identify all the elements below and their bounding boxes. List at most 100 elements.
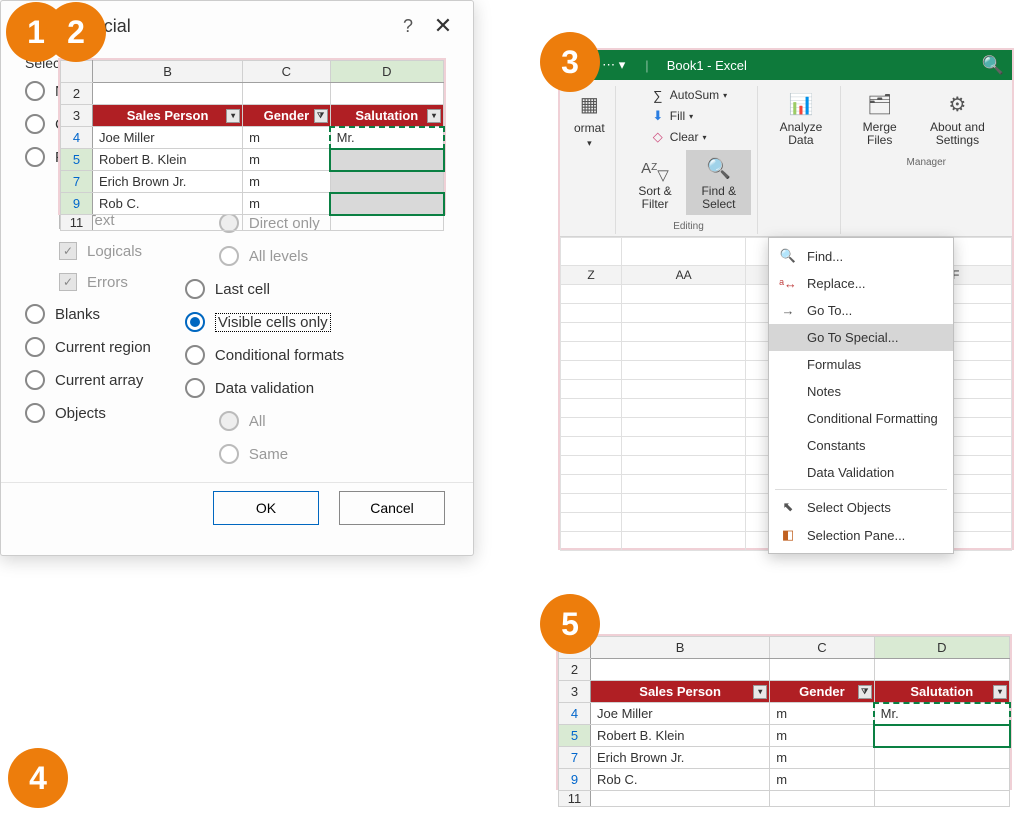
row-header[interactable]: 4	[61, 127, 93, 149]
step-badge-4: 4	[8, 748, 68, 808]
cell-name[interactable]: Rob C.	[591, 769, 770, 791]
cell-salutation-selected[interactable]	[330, 193, 443, 215]
analyze-data-button[interactable]: 📊 Analyze Data	[768, 86, 833, 151]
cell-gender[interactable]: m	[770, 725, 874, 747]
group-label-manager: Manager	[907, 157, 946, 168]
row-header[interactable]: 11	[559, 791, 591, 807]
cell-gender[interactable]: m	[243, 127, 330, 149]
col-header-d[interactable]: D	[874, 637, 1009, 659]
find-select-button[interactable]: 🔍 Find & Select	[686, 150, 751, 215]
col-header-c[interactable]: C	[770, 637, 874, 659]
row-header[interactable]: 3	[559, 681, 591, 703]
col-header-c[interactable]: C	[243, 61, 330, 83]
cell-name[interactable]: Erich Brown Jr.	[93, 171, 243, 193]
radio-current-array[interactable]: Current array	[25, 370, 151, 390]
menu-replace[interactable]: ᵃ↔Replace...	[769, 270, 953, 297]
filter-active-icon[interactable]: ⧩	[314, 109, 328, 123]
filter-active-icon[interactable]: ⧩	[858, 685, 872, 699]
menu-formulas[interactable]: Formulas	[769, 351, 953, 378]
col-header-b[interactable]: B	[93, 61, 243, 83]
cell-gender[interactable]: m	[770, 747, 874, 769]
radio-blanks[interactable]: Blanks	[25, 304, 151, 324]
search-icon[interactable]: 🔍	[982, 55, 1004, 76]
row-header[interactable]: 9	[559, 769, 591, 791]
merge-files-button[interactable]: 🗂 Merge Files	[851, 86, 909, 151]
row-header[interactable]: 5	[61, 149, 93, 171]
menu-selection-pane[interactable]: ◧Selection Pane...	[769, 521, 953, 549]
cell-gender[interactable]: m	[770, 703, 874, 725]
cell-salutation[interactable]: Mr.	[330, 127, 443, 149]
cell-salutation-active[interactable]	[874, 725, 1009, 747]
cell-name[interactable]: Robert B. Klein	[591, 725, 770, 747]
row-header[interactable]: 9	[61, 193, 93, 215]
cell-salutation[interactable]	[874, 769, 1009, 791]
quick-access-dropdown-icon[interactable]: ⋯ ▾	[602, 57, 625, 73]
row-header[interactable]: 2	[61, 83, 93, 105]
table-header-salutation: Salutation▾	[330, 105, 443, 127]
table-header-salutation: Salutation▾	[874, 681, 1009, 703]
col-header-b[interactable]: B	[591, 637, 770, 659]
menu-notes[interactable]: Notes	[769, 378, 953, 405]
menu-goto-special[interactable]: Go To Special...	[769, 324, 953, 351]
radio-visible-cells-only[interactable]: Visible cells only	[185, 312, 344, 332]
menu-data-validation[interactable]: Data Validation	[769, 459, 953, 486]
cell-gender[interactable]: m	[770, 769, 874, 791]
cell-salutation[interactable]	[874, 747, 1009, 769]
autosum-button[interactable]: ∑AutoSum ▾	[648, 86, 729, 104]
about-settings-button[interactable]: ⚙ About and Settings	[913, 86, 1002, 151]
step-badge-2: 2	[46, 2, 106, 62]
corner-cell[interactable]	[61, 61, 93, 83]
cell-salutation-selected[interactable]	[330, 171, 443, 193]
menu-conditional-formatting[interactable]: Conditional Formatting	[769, 405, 953, 432]
cell-salutation[interactable]: Mr.	[874, 703, 1009, 725]
col-header[interactable]: AA	[621, 266, 745, 285]
filter-dropdown-icon[interactable]: ▾	[427, 109, 441, 123]
row-header[interactable]: 2	[559, 659, 591, 681]
help-button[interactable]: ?	[403, 16, 413, 37]
sigma-icon: ∑	[650, 87, 666, 103]
cancel-button[interactable]: Cancel	[339, 491, 445, 525]
row-header[interactable]: 3	[61, 105, 93, 127]
row-header[interactable]: 7	[61, 171, 93, 193]
cell-gender[interactable]: m	[243, 171, 330, 193]
row-header[interactable]: 7	[559, 747, 591, 769]
format-icon: ▦	[575, 90, 603, 118]
radio-last-cell[interactable]: Last cell	[185, 279, 344, 299]
table-header-gender: Gender⧩	[770, 681, 874, 703]
filter-dropdown-icon[interactable]: ▾	[753, 685, 767, 699]
radio-same: Same	[219, 444, 344, 464]
cell-name[interactable]: Erich Brown Jr.	[591, 747, 770, 769]
col-header-d[interactable]: D	[330, 61, 443, 83]
close-icon[interactable]: ✕	[429, 13, 457, 39]
fill-button[interactable]: ⬇Fill ▾	[648, 107, 695, 125]
cell-name[interactable]: Robert B. Klein	[93, 149, 243, 171]
cell-name[interactable]: Rob C.	[93, 193, 243, 215]
cell-name[interactable]: Joe Miller	[93, 127, 243, 149]
row-header[interactable]: 5	[559, 725, 591, 747]
cell-salutation-selected[interactable]	[330, 149, 443, 171]
filter-dropdown-icon[interactable]: ▾	[993, 685, 1007, 699]
ok-button[interactable]: OK	[213, 491, 319, 525]
sort-filter-button[interactable]: AZ▽ Sort & Filter	[626, 150, 685, 215]
filter-dropdown-icon[interactable]: ▾	[226, 109, 240, 123]
menu-select-objects[interactable]: ⬉Select Objects	[769, 493, 953, 521]
col-header[interactable]: Z	[561, 266, 622, 285]
menu-goto[interactable]: →Go To...	[769, 297, 953, 324]
menu-find[interactable]: 🔍Find...	[769, 242, 953, 270]
cell-gender[interactable]: m	[243, 193, 330, 215]
radio-current-region[interactable]: Current region	[25, 337, 151, 357]
menu-constants[interactable]: Constants	[769, 432, 953, 459]
group-label-editing: Editing	[673, 221, 704, 232]
row-header[interactable]: 4	[559, 703, 591, 725]
row-header[interactable]: 11	[61, 215, 93, 231]
clear-button[interactable]: ◇Clear ▾	[648, 128, 709, 146]
cell-name[interactable]: Joe Miller	[591, 703, 770, 725]
check-errors: ✓Errors	[59, 273, 151, 291]
format-button[interactable]: ▦ ormat ▾	[570, 86, 609, 153]
cell-gender[interactable]: m	[243, 149, 330, 171]
radio-objects[interactable]: Objects	[25, 403, 151, 423]
table-header-salesperson: Sales Person▾	[93, 105, 243, 127]
replace-icon: ᵃ↔	[779, 276, 797, 291]
radio-conditional-formats[interactable]: Conditional formats	[185, 345, 344, 365]
radio-data-validation[interactable]: Data validation	[185, 378, 344, 398]
